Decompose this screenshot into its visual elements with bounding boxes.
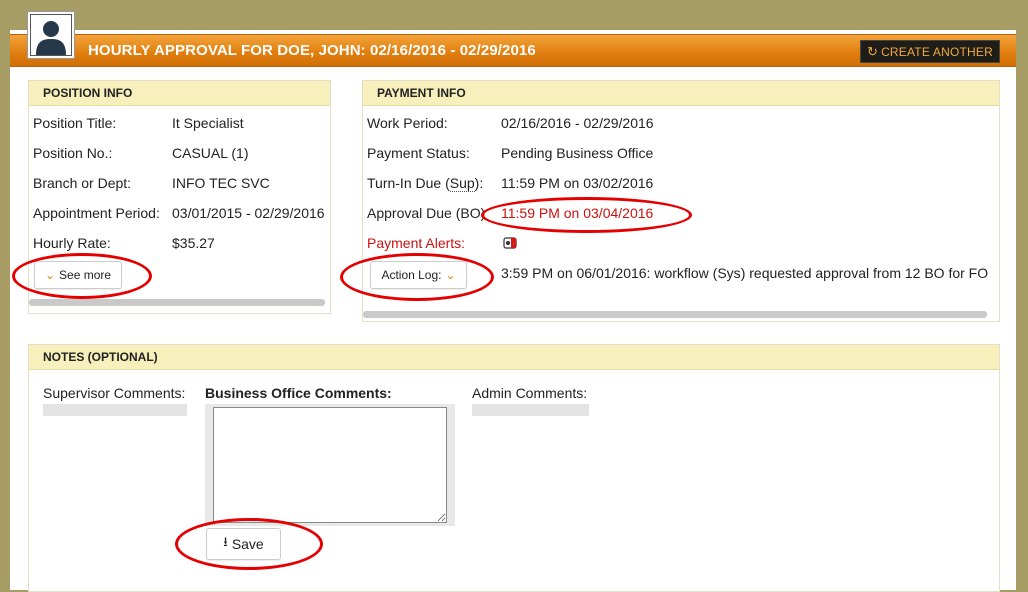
supervisor-comments-value	[43, 404, 187, 416]
download-icon: ⭳	[223, 534, 228, 549]
see-more-button[interactable]: ⌄ See more	[34, 261, 122, 289]
payment-info-scrollbar[interactable]	[363, 311, 987, 318]
payment-info-box: PAYMENT INFO Work Period: 02/16/2016 - 0…	[362, 80, 1000, 322]
page-title: HOURLY APPROVAL FOR DOE, JOHN: 02/16/201…	[88, 42, 536, 59]
approval-due-value: 11:59 PM on 03/04/2016	[501, 205, 654, 221]
position-info-scrollbar[interactable]	[29, 299, 325, 306]
turn-in-due-value: 11:59 PM on 03/02/2016	[501, 175, 654, 191]
position-no-label: Position No.:	[33, 145, 113, 161]
business-office-comments-input[interactable]	[213, 407, 447, 523]
bo-abbr: BO	[460, 205, 481, 221]
position-info-box: POSITION INFO Position Title: It Special…	[28, 80, 331, 314]
admin-comments-label: Admin Comments:	[472, 385, 588, 401]
payment-status-value: Pending Business Office	[501, 145, 654, 161]
refresh-icon: ↻	[866, 43, 879, 59]
user-icon	[36, 21, 66, 55]
hourly-rate-value: $35.27	[172, 235, 215, 251]
avatar	[30, 14, 72, 56]
chevron-down-icon: ⌄	[44, 268, 56, 282]
action-log-button[interactable]: Action Log: ⌄	[370, 261, 467, 289]
position-title-value: It Specialist	[172, 115, 244, 131]
alert-flag-icon[interactable]	[503, 236, 519, 253]
sup-abbr: Sup	[449, 175, 475, 192]
payment-info-heading: PAYMENT INFO	[363, 81, 999, 106]
appointment-period-value: 03/01/2015 - 02/29/2016	[172, 205, 325, 221]
work-period-value: 02/16/2016 - 02/29/2016	[501, 115, 654, 131]
position-info-heading: POSITION INFO	[29, 81, 330, 106]
notes-heading: NOTES (OPTIONAL)	[29, 345, 999, 370]
branch-dept-value: INFO TEC SVC	[172, 175, 270, 191]
admin-comments-value	[472, 404, 589, 416]
branch-dept-label: Branch or Dept:	[33, 175, 132, 191]
sys-abbr: Sys	[717, 265, 741, 281]
header-bar: HOURLY APPROVAL FOR DOE, JOHN: 02/16/201…	[10, 34, 1016, 67]
approval-due-label: Approval Due (BO):	[367, 205, 485, 221]
create-another-button[interactable]: ↻ CREATE ANOTHER	[859, 40, 1000, 63]
work-period-label: Work Period:	[367, 115, 448, 131]
appointment-period-label: Appointment Period:	[33, 205, 160, 221]
notes-box: NOTES (OPTIONAL) Supervisor Comments: Bu…	[28, 344, 1000, 592]
payment-status-label: Payment Status:	[367, 145, 470, 161]
position-title-label: Position Title:	[33, 115, 117, 131]
hourly-rate-label: Hourly Rate:	[33, 235, 111, 251]
supervisor-comments-label: Supervisor Comments:	[43, 385, 186, 401]
position-no-value: CASUAL (1)	[172, 145, 249, 161]
save-button[interactable]: ⭳ Save	[206, 528, 281, 560]
payment-alerts-label: Payment Alerts:	[367, 235, 466, 251]
chevron-down-icon: ⌄	[445, 268, 456, 282]
business-office-comments-label: Business Office Comments:	[205, 385, 392, 401]
approval-panel: HOURLY APPROVAL FOR DOE, JOHN: 02/16/201…	[10, 14, 1016, 592]
action-log-entry: 3:59 PM on 06/01/2016: workflow (Sys) re…	[501, 265, 989, 281]
turn-in-due-label: Turn-In Due (Sup):	[367, 175, 484, 192]
